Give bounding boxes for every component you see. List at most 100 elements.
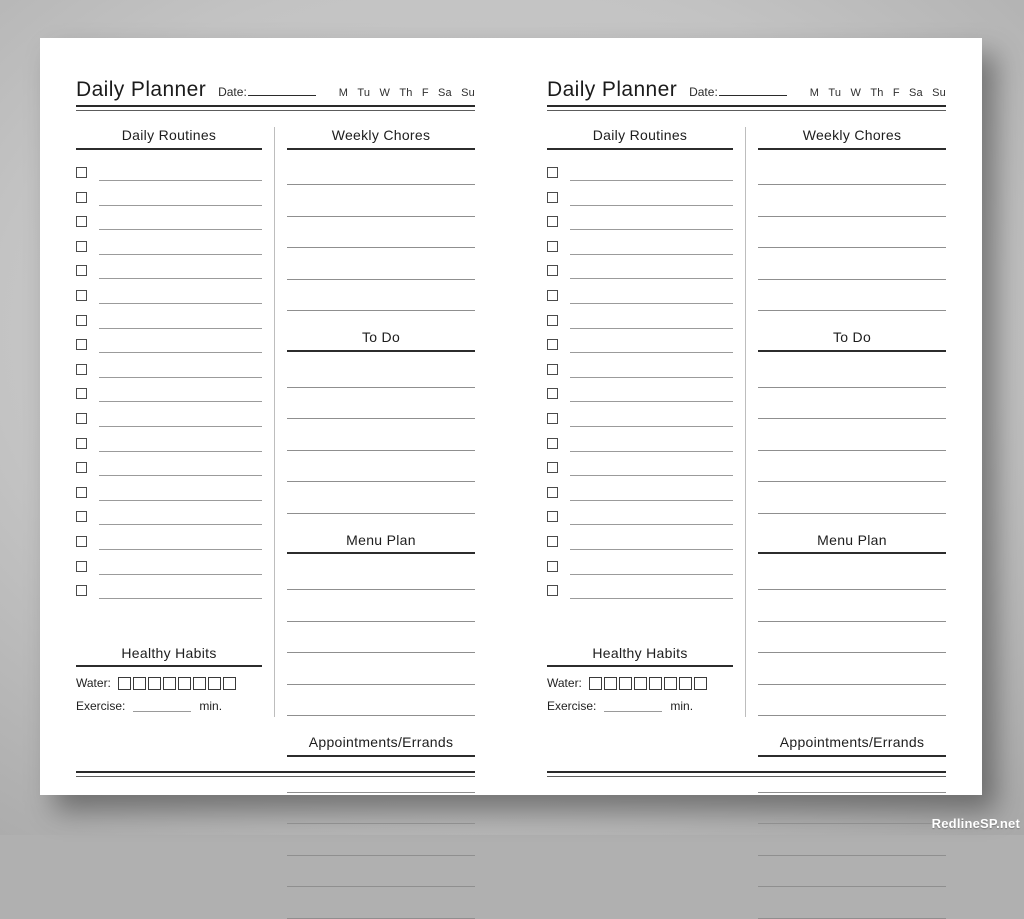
write-line[interactable] [570, 253, 733, 255]
checkbox-row[interactable] [76, 181, 262, 206]
write-line[interactable] [758, 685, 946, 717]
write-line[interactable] [570, 277, 733, 280]
checkbox-row[interactable] [76, 452, 262, 477]
checkbox-icon[interactable] [76, 314, 87, 326]
day-option-tu[interactable]: Tu [357, 87, 370, 99]
day-option-sa[interactable]: Sa [438, 87, 452, 99]
checkbox-icon[interactable] [547, 339, 558, 351]
write-line[interactable] [570, 179, 733, 182]
write-line[interactable] [758, 217, 946, 249]
checkbox-icon[interactable] [547, 363, 558, 375]
write-line[interactable] [99, 474, 262, 477]
checkbox-row[interactable] [547, 427, 733, 452]
checkbox-row[interactable] [76, 575, 262, 600]
write-line[interactable] [570, 450, 733, 452]
write-line[interactable] [287, 451, 475, 483]
checkbox-row[interactable] [76, 550, 262, 575]
write-line[interactable] [758, 248, 946, 280]
checkbox-icon[interactable] [547, 511, 558, 523]
checkbox-row[interactable] [76, 476, 262, 501]
checkbox-icon[interactable] [76, 191, 87, 203]
checkbox-icon[interactable] [76, 511, 87, 523]
write-line[interactable] [570, 351, 733, 354]
write-line[interactable] [287, 793, 475, 825]
write-line[interactable] [99, 204, 262, 206]
write-line[interactable] [570, 425, 733, 428]
water-checkbox-group[interactable] [588, 676, 707, 690]
checkbox-row[interactable] [547, 525, 733, 550]
day-of-week-selector[interactable]: M Tu W Th F Sa Su [810, 87, 946, 99]
checkbox-row[interactable] [76, 525, 262, 550]
write-line[interactable] [570, 597, 733, 600]
water-checkbox-icon[interactable] [207, 676, 221, 690]
write-line[interactable] [758, 824, 946, 856]
write-line[interactable] [287, 388, 475, 420]
write-line[interactable] [99, 228, 262, 231]
write-line[interactable] [758, 451, 946, 483]
write-line[interactable] [287, 590, 475, 622]
checkbox-icon[interactable] [547, 413, 558, 425]
checkbox-row[interactable] [547, 476, 733, 501]
checkbox-icon[interactable] [76, 486, 87, 498]
checkbox-icon[interactable] [76, 339, 87, 351]
write-line[interactable] [758, 388, 946, 420]
checkbox-icon[interactable] [547, 388, 558, 400]
write-line[interactable] [758, 887, 946, 919]
checkbox-icon[interactable] [547, 290, 558, 302]
water-checkbox-icon[interactable] [678, 676, 692, 690]
day-option-tu[interactable]: Tu [828, 87, 841, 99]
water-checkbox-icon[interactable] [132, 676, 146, 690]
write-line[interactable] [99, 376, 262, 378]
water-checkbox-icon[interactable] [162, 676, 176, 690]
checkbox-row[interactable] [547, 181, 733, 206]
write-line[interactable] [758, 590, 946, 622]
write-line[interactable] [99, 179, 262, 182]
checkbox-row[interactable] [76, 427, 262, 452]
checkbox-icon[interactable] [547, 560, 558, 572]
checkbox-icon[interactable] [547, 265, 558, 277]
checkbox-icon[interactable] [547, 314, 558, 326]
checkbox-icon[interactable] [76, 265, 87, 277]
checkbox-icon[interactable] [547, 585, 558, 597]
water-checkbox-icon[interactable] [192, 676, 206, 690]
write-line[interactable] [570, 548, 733, 550]
checkbox-icon[interactable] [76, 536, 87, 547]
write-line[interactable] [287, 280, 475, 312]
checkbox-row[interactable] [547, 452, 733, 477]
water-checkbox-icon[interactable] [588, 676, 602, 690]
write-line[interactable] [287, 356, 475, 388]
checkbox-row[interactable] [76, 378, 262, 403]
checkbox-row[interactable] [76, 230, 262, 255]
day-option-f[interactable]: F [893, 87, 900, 99]
water-checkbox-icon[interactable] [633, 676, 647, 690]
write-line[interactable] [570, 400, 733, 403]
checkbox-icon[interactable] [76, 388, 87, 400]
write-line[interactable] [758, 622, 946, 654]
checkbox-row[interactable] [547, 206, 733, 231]
checkbox-icon[interactable] [547, 167, 558, 179]
checkbox-row[interactable] [76, 353, 262, 378]
checkbox-icon[interactable] [76, 363, 87, 375]
water-checkbox-icon[interactable] [222, 676, 236, 690]
checkbox-icon[interactable] [76, 240, 87, 252]
write-line[interactable] [287, 653, 475, 685]
write-line[interactable] [99, 597, 262, 600]
checkbox-icon[interactable] [76, 462, 87, 474]
write-line[interactable] [99, 400, 262, 403]
water-checkbox-icon[interactable] [117, 676, 131, 690]
write-line[interactable] [287, 419, 475, 451]
water-checkbox-icon[interactable] [663, 676, 677, 690]
write-line[interactable] [287, 154, 475, 186]
checkbox-row[interactable] [547, 402, 733, 428]
day-option-su[interactable]: Su [461, 87, 475, 99]
checkbox-icon[interactable] [547, 216, 558, 228]
checkbox-icon[interactable] [76, 290, 87, 302]
write-line[interactable] [99, 253, 262, 255]
checkbox-icon[interactable] [547, 486, 558, 498]
write-line[interactable] [570, 523, 733, 526]
day-option-sa[interactable]: Sa [909, 87, 923, 99]
checkbox-icon[interactable] [76, 216, 87, 228]
write-line[interactable] [758, 793, 946, 825]
write-line[interactable] [570, 204, 733, 206]
checkbox-icon[interactable] [76, 167, 87, 179]
